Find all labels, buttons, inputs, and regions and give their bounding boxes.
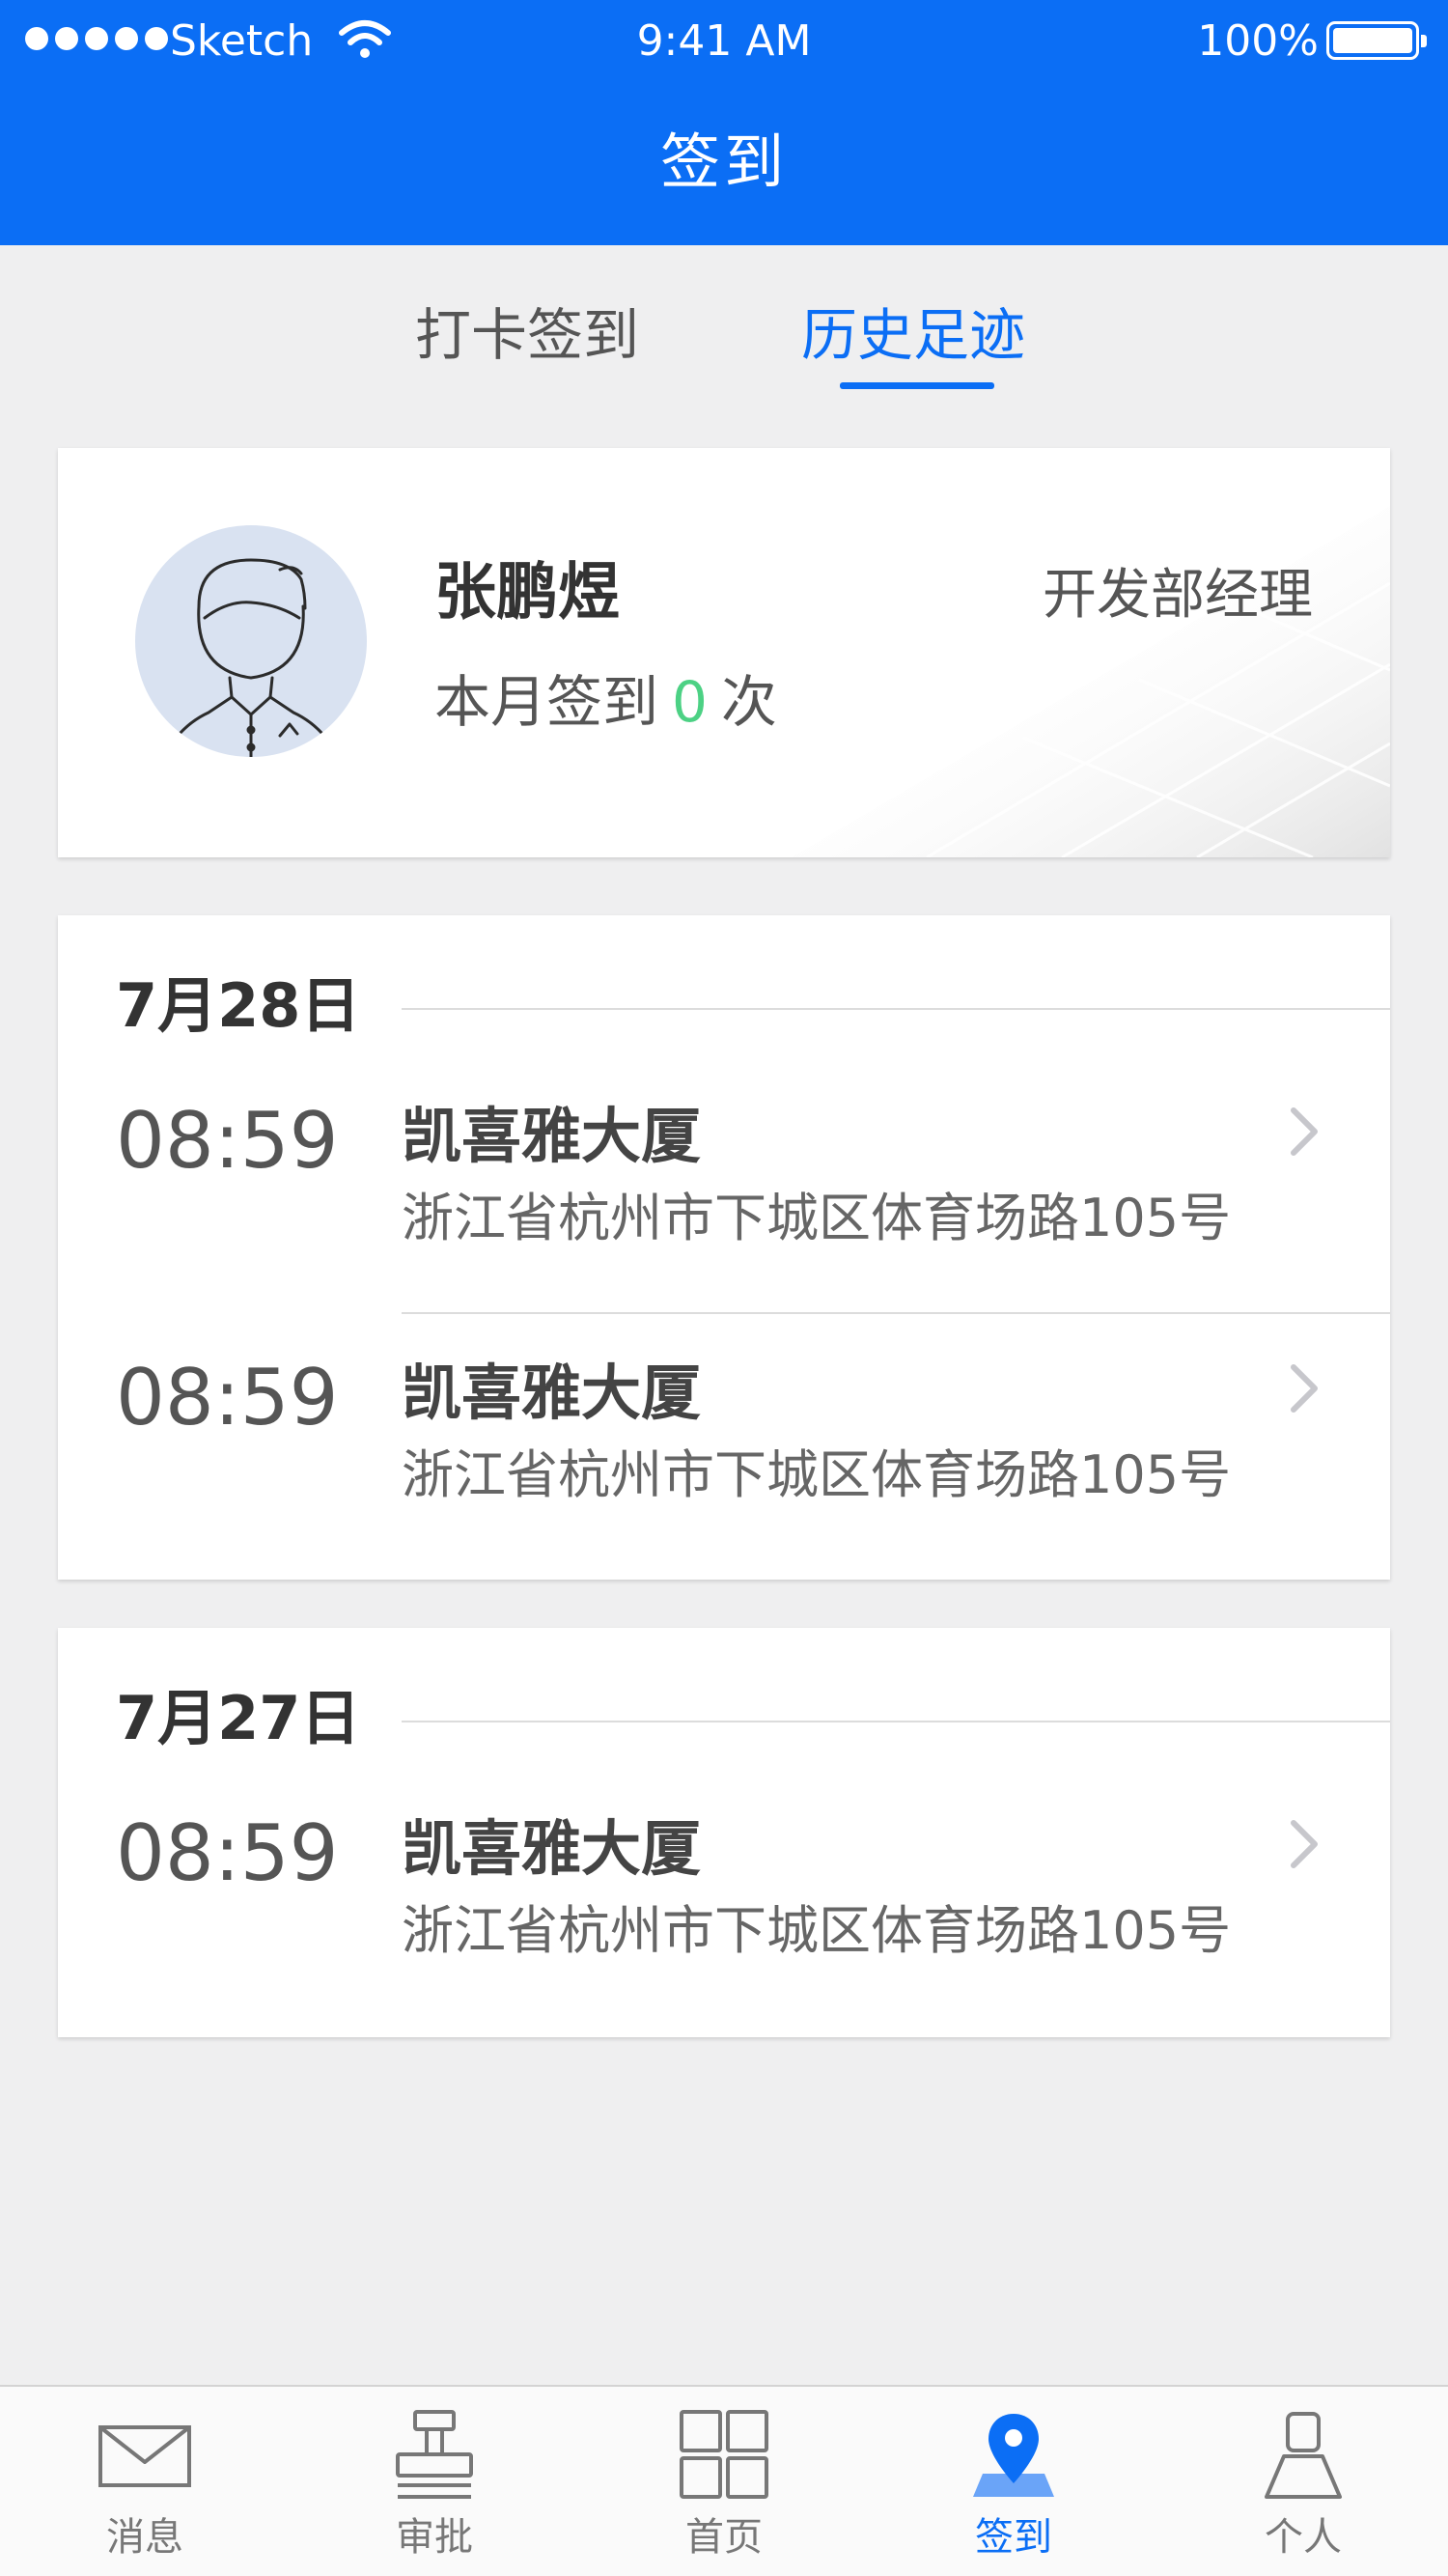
tabbar-label: 审批 (396, 2515, 473, 2560)
record-address: 浙江省杭州市下城区体育场路105号 (402, 1444, 1232, 1505)
record-time: 08:59 (116, 1353, 339, 1442)
tabbar-item-approval[interactable]: 审批 (290, 2387, 579, 2576)
chevron-right-icon (1291, 1364, 1318, 1413)
history-day-card: 7月28日 08:59 凯喜雅大厦 浙江省杭州市下城区体育场路105号 08:5… (58, 915, 1390, 1580)
divider (402, 1008, 1390, 1010)
header: Sketch 9:41 AM 100% 签到 (0, 0, 1448, 245)
monthly-checkin-label: 本月签到 (434, 669, 659, 735)
active-tab-indicator (840, 382, 994, 389)
profile-card: 张鹏煜 开发部经理 本月签到 0 次 (58, 448, 1390, 857)
tabbar-label: 首页 (685, 2515, 763, 2560)
chevron-right-icon (1291, 1107, 1318, 1156)
history-date: 7月28日 (116, 970, 361, 1041)
record-place: 凯喜雅大厦 (402, 1101, 702, 1171)
tab-check-in[interactable]: 打卡签到 (415, 294, 639, 377)
monthly-checkin-unit: 次 (720, 669, 777, 735)
record-time: 08:59 (116, 1808, 339, 1898)
tabbar-item-profile[interactable]: 个人 (1158, 2387, 1448, 2576)
record-address: 浙江省杭州市下城区体育场路105号 (402, 1900, 1232, 1961)
history-record[interactable]: 08:59 凯喜雅大厦 浙江省杭州市下城区体育场路105号 (58, 1806, 1390, 2057)
divider (402, 1721, 1390, 1722)
page-title: 签到 (659, 126, 788, 197)
envelope-icon (98, 2425, 191, 2487)
monthly-checkin-count: 0 (672, 669, 708, 735)
tabbar-item-checkin[interactable]: 签到 (869, 2387, 1158, 2576)
record-time: 08:59 (116, 1096, 339, 1186)
history-day-card: 7月27日 08:59 凯喜雅大厦 浙江省杭州市下城区体育场路105号 (58, 1628, 1390, 2037)
divider (402, 1312, 1390, 1314)
tabbar-item-messages[interactable]: 消息 (0, 2387, 290, 2576)
bottom-tab-bar: 消息 审批 首页 签到 个人 (0, 2385, 1448, 2576)
battery-percent: 100% (1197, 16, 1319, 66)
person-icon (1265, 2412, 1342, 2499)
history-record[interactable]: 08:59 凯喜雅大厦 浙江省杭州市下城区体育场路105号 (58, 1093, 1390, 1344)
tabbar-item-home[interactable]: 首页 (579, 2387, 869, 2576)
record-place: 凯喜雅大厦 (402, 1813, 702, 1884)
tabbar-label: 消息 (106, 2515, 183, 2560)
user-role: 开发部经理 (1043, 564, 1313, 627)
record-place: 凯喜雅大厦 (402, 1358, 702, 1428)
record-address: 浙江省杭州市下城区体育场路105号 (402, 1188, 1232, 1248)
avatar[interactable] (135, 525, 367, 757)
location-pin-icon (973, 2414, 1054, 2497)
history-date: 7月27日 (116, 1683, 361, 1753)
battery-icon (1326, 21, 1427, 60)
stamp-icon (396, 2410, 473, 2499)
tabbar-label: 签到 (975, 2515, 1052, 2560)
user-name: 张鹏煜 (434, 557, 620, 629)
chevron-right-icon (1291, 1820, 1318, 1868)
history-record[interactable]: 08:59 凯喜雅大厦 浙江省杭州市下城区体育场路105号 (58, 1350, 1390, 1601)
user-avatar-icon (166, 558, 336, 757)
status-bar: Sketch 9:41 AM 100% (0, 0, 1448, 83)
monthly-checkin-summary: 本月签到 0 次 (434, 666, 777, 738)
tab-history[interactable]: 历史足迹 (801, 294, 1025, 377)
tabbar-label: 个人 (1265, 2515, 1342, 2560)
grid-icon (680, 2410, 768, 2499)
